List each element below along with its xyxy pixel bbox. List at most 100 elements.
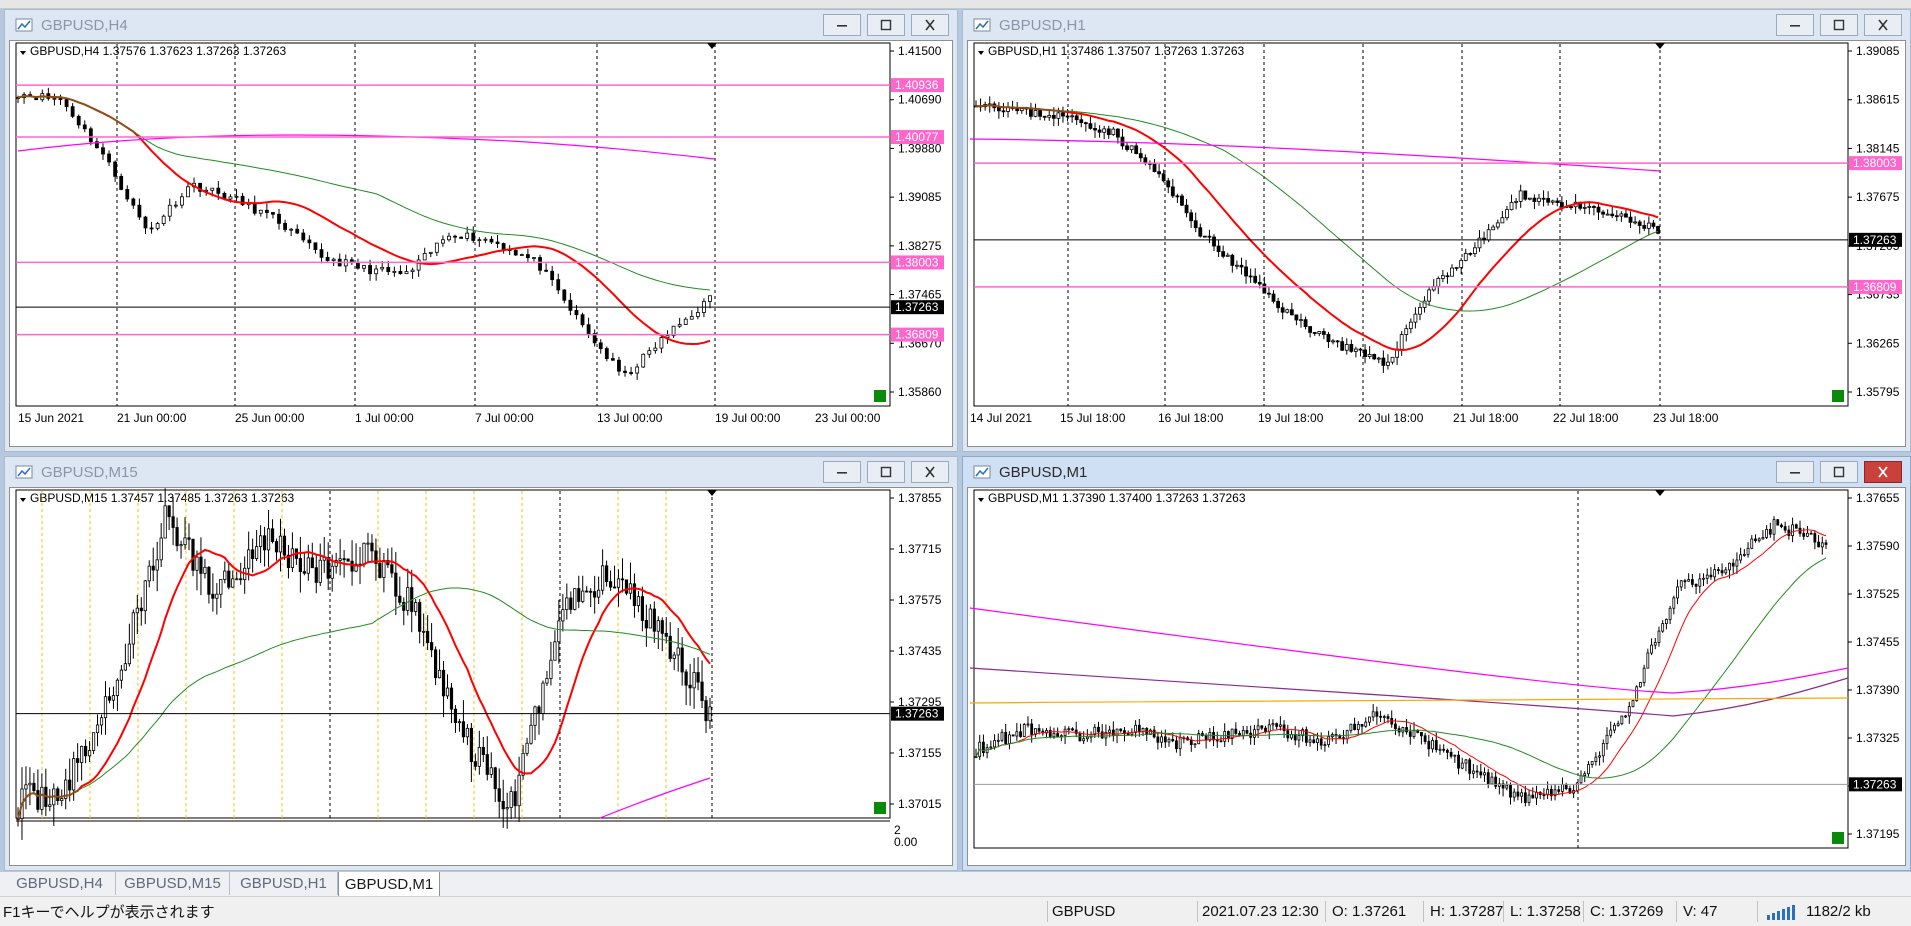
window-titlebar[interactable]: GBPUSD,H1: [963, 10, 1910, 40]
close-button[interactable]: [911, 461, 949, 483]
candle-body: [1817, 541, 1820, 548]
candle-body: [1061, 112, 1065, 117]
candle-body: [1537, 197, 1541, 202]
close-button[interactable]: [911, 14, 949, 36]
price-axis-label: 1.40690: [898, 93, 942, 107]
candle-body: [151, 565, 155, 571]
candle-body: [1739, 554, 1743, 561]
candle-body: [330, 565, 334, 579]
maximize-button[interactable]: [1820, 461, 1858, 483]
maximize-button[interactable]: [867, 14, 905, 36]
candle-body: [1360, 724, 1364, 727]
candle-body: [1067, 728, 1071, 731]
candle-body: [368, 265, 372, 275]
candle-body: [437, 669, 442, 679]
candle-body: [449, 687, 454, 710]
candle-body: [392, 270, 397, 273]
chart-window-gbpusd-m15[interactable]: GBPUSD,M15 GBPUSD,M15 1.37457 1.37485 1.…: [4, 456, 958, 871]
candle-body: [1783, 526, 1787, 531]
plot-frame: [973, 489, 1849, 849]
candle-body: [1550, 200, 1555, 203]
candle-body: [635, 366, 640, 374]
close-button[interactable]: [1864, 461, 1902, 483]
chart-canvas[interactable]: GBPUSD,H4 1.37576 1.37623 1.37263 1.3726…: [9, 40, 953, 447]
candle-body: [283, 222, 287, 230]
minimize-button[interactable]: [823, 14, 861, 36]
candle-body: [1509, 784, 1512, 798]
window-titlebar[interactable]: GBPUSD,H4: [5, 10, 957, 40]
candle-body: [704, 700, 708, 722]
candle-body: [1349, 344, 1354, 352]
candle-body: [1765, 529, 1769, 538]
candle-body: [155, 223, 160, 229]
candle-body: [1412, 730, 1416, 737]
candle-body: [1248, 275, 1253, 278]
window-title: GBPUSD,H1: [999, 16, 1086, 34]
candle-body: [1490, 776, 1494, 785]
candle-body: [127, 643, 131, 665]
candle-body: [1423, 735, 1427, 742]
candle-body: [1230, 254, 1235, 266]
candle-body: [251, 549, 255, 559]
candle-body: [1438, 748, 1442, 751]
minimize-icon: [837, 472, 847, 474]
candle-body: [1193, 220, 1198, 229]
candle-body: [1267, 724, 1271, 732]
maximize-button[interactable]: [1820, 14, 1858, 36]
candle-body: [1030, 723, 1034, 735]
minimize-button[interactable]: [823, 461, 861, 483]
candle-body: [277, 213, 281, 224]
candle-body: [1225, 254, 1230, 257]
close-button[interactable]: [1864, 14, 1902, 36]
chart-canvas[interactable]: GBPUSD,M1 1.37390 1.37400 1.37263 1.3726…: [967, 487, 1906, 866]
candle-body: [1463, 253, 1468, 261]
tab-gbpusd-h1[interactable]: GBPUSD,H1: [230, 872, 338, 895]
chart-canvas[interactable]: GBPUSD,H1 1.37486 1.37507 1.37263 1.3726…: [967, 40, 1906, 447]
window-titlebar[interactable]: GBPUSD,M1: [963, 457, 1910, 487]
price-axis-label: 1.37325: [1856, 731, 1900, 745]
tab-gbpusd-h4[interactable]: GBPUSD,H4: [4, 872, 116, 895]
moving-average-line: [599, 777, 711, 819]
candle-body: [1331, 340, 1335, 343]
price-axis-label: 1.39085: [1856, 44, 1900, 58]
chart-window-gbpusd-h4[interactable]: GBPUSD,H4 GBPUSD,H4 1.37576 1.37623 1.37…: [4, 9, 958, 452]
candle-body: [1189, 739, 1193, 745]
candle-body: [278, 535, 283, 553]
window-titlebar[interactable]: GBPUSD,M15: [5, 457, 957, 487]
candle-body: [481, 747, 485, 755]
candle-body: [289, 228, 294, 231]
close-icon: [925, 466, 935, 478]
candle-body: [1609, 729, 1613, 736]
candle-body: [295, 228, 300, 234]
trade-indicator-icon: [874, 390, 886, 402]
candle-body: [1457, 754, 1460, 769]
candle-body: [1358, 348, 1363, 351]
tab-gbpusd-m15[interactable]: GBPUSD,M15: [116, 872, 230, 895]
candle-body: [989, 746, 993, 749]
candle-body: [1262, 283, 1267, 294]
minimize-button[interactable]: [1776, 461, 1814, 483]
time-axis-label: 21 Jun 00:00: [117, 411, 187, 425]
candle-body: [545, 678, 549, 684]
candle-body: [1420, 732, 1423, 737]
candle-body: [993, 740, 996, 748]
level-price-label: 1.38003: [895, 255, 939, 269]
time-axis-label: 19 Jul 00:00: [715, 411, 781, 425]
minimize-button[interactable]: [1776, 14, 1814, 36]
candle-body: [647, 350, 652, 355]
candle-body: [1141, 728, 1145, 732]
candle-body: [1633, 221, 1638, 224]
candle-body: [652, 608, 656, 632]
candle-body: [1690, 579, 1694, 585]
candle-body: [593, 591, 597, 598]
candle-body: [203, 566, 207, 574]
chart-canvas[interactable]: GBPUSD,M15 1.37457 1.37485 1.37263 1.372…: [9, 487, 953, 866]
time-axis-label: 23 Jul 00:00: [815, 411, 881, 425]
chart-window-gbpusd-h1[interactable]: GBPUSD,H1 GBPUSD,H1 1.37486 1.37507 1.37…: [962, 9, 1911, 452]
maximize-button[interactable]: [867, 461, 905, 483]
candle-body: [1637, 221, 1642, 226]
tab-gbpusd-m1[interactable]: GBPUSD,M1: [338, 872, 440, 897]
close-icon: [925, 19, 935, 31]
candle-body: [1047, 114, 1052, 118]
chart-window-gbpusd-m1[interactable]: GBPUSD,M1 GBPUSD,M1 1.37390 1.37400 1.37…: [962, 456, 1911, 871]
